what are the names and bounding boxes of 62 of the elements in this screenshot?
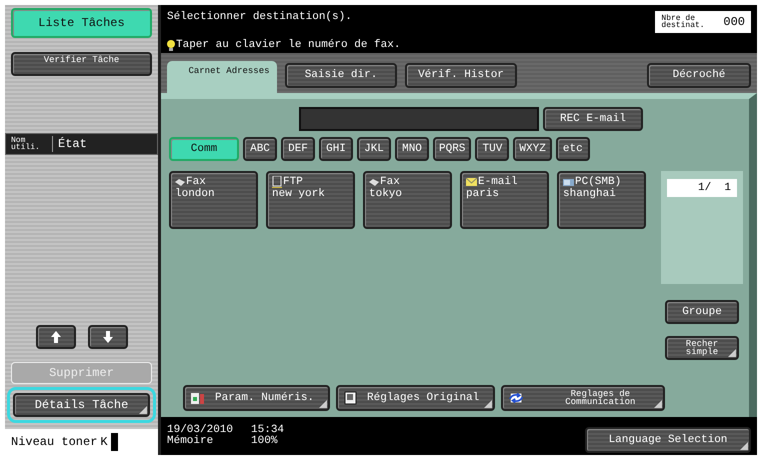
destination-button[interactable]: Fax tokyo <box>363 171 452 229</box>
off-hook-button[interactable]: Décroché <box>647 62 751 88</box>
counter-label: Nbre de destinat. <box>661 15 706 29</box>
memory-label: Mémoire <box>167 436 214 447</box>
destination-button[interactable]: FTP new york <box>266 171 355 229</box>
index-tab[interactable]: JKL <box>357 137 391 161</box>
destination-button[interactable]: PC(SMB) shanghai <box>557 171 646 229</box>
fax-icon <box>369 178 379 186</box>
memory-value: 100% <box>251 436 278 447</box>
page-indicator: 1/ 1 <box>667 179 737 197</box>
corner-mark-icon <box>319 400 328 408</box>
lightbulb-icon <box>167 40 175 50</box>
rec-email-button[interactable]: REC E-mail <box>543 107 643 131</box>
corner-mark-icon <box>654 400 662 408</box>
corner-mark-icon <box>139 406 147 414</box>
settings-button[interactable]: Réglages Original <box>336 385 496 411</box>
fax-icon <box>175 178 185 186</box>
page-icon <box>344 391 358 405</box>
index-tab[interactable]: PQRS <box>433 137 472 161</box>
arrow-up-icon <box>50 331 60 343</box>
envelope-icon <box>466 178 477 186</box>
check-job-button[interactable]: Verifier Tâche <box>11 52 152 76</box>
index-tab[interactable]: GHI <box>319 137 353 161</box>
index-tab[interactable]: DEF <box>281 137 315 161</box>
tab[interactable]: Vérif. Histor <box>405 62 517 88</box>
input-field[interactable] <box>299 107 539 131</box>
toner-bar-icon <box>110 433 118 451</box>
corner-mark-icon <box>484 400 492 408</box>
index-tab[interactable]: TUV <box>475 137 510 161</box>
scroll-up-button[interactable] <box>36 325 76 349</box>
language-button[interactable]: Language Selection <box>585 427 751 453</box>
job-list-button[interactable]: Liste Tâches <box>11 8 152 38</box>
destination-button[interactable]: Fax london <box>169 171 258 229</box>
counter-value: 000 <box>723 15 745 29</box>
screen-title: Sélectionner destination(s). <box>167 11 352 23</box>
arrow-down-icon <box>102 331 112 343</box>
side-button[interactable]: Groupe <box>665 300 739 324</box>
toner-color-code: K <box>100 435 108 449</box>
corner-mark-icon <box>740 442 748 450</box>
settings-button[interactable]: Param. Numéris. <box>183 385 330 411</box>
time-text: 15:34 <box>251 425 284 436</box>
server-icon <box>272 176 282 188</box>
job-details-button[interactable]: Détails Tâche <box>13 393 150 417</box>
index-tab[interactable]: ABC <box>243 137 277 161</box>
computer-icon <box>563 178 574 186</box>
index-tab[interactable]: etc <box>556 137 590 161</box>
scroll-down-button[interactable] <box>88 325 128 349</box>
tab[interactable]: Carnet Adresses <box>167 61 277 93</box>
index-tab[interactable]: MNO <box>395 137 429 161</box>
settings-button[interactable]: Reglages de Communication <box>501 385 666 411</box>
arrows-icon <box>509 391 524 405</box>
column-header: Nom utili. <box>10 137 41 151</box>
hint-text: Taper au clavier le numéro de fax. <box>176 39 400 51</box>
index-tab[interactable]: WXYZ <box>513 137 552 161</box>
toner-level-label: Niveau toner <box>11 435 98 449</box>
side-button[interactable]: Recher simple <box>665 336 739 360</box>
column-header: État <box>52 136 92 152</box>
document-icon <box>191 391 205 405</box>
tab[interactable]: Saisie dir. <box>285 62 397 88</box>
destination-button[interactable]: E-mail paris <box>460 171 549 229</box>
index-tab[interactable]: Comm <box>169 137 239 161</box>
date-text: 19/03/2010 <box>167 425 234 436</box>
